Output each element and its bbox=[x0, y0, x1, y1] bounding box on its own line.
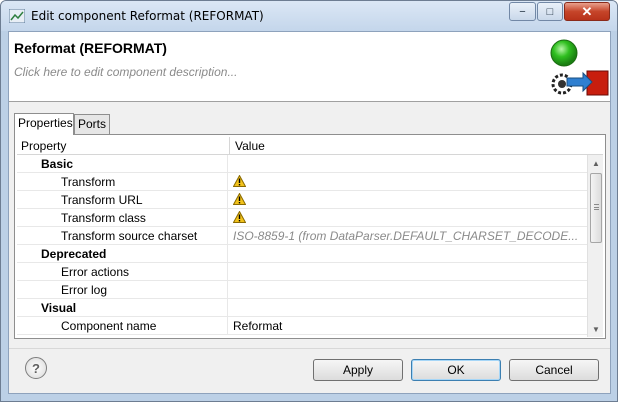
property-row[interactable]: Error log bbox=[17, 281, 589, 299]
cell-divider bbox=[227, 299, 228, 317]
cell-divider bbox=[227, 191, 228, 209]
cell-divider bbox=[227, 155, 228, 173]
property-value[interactable]: ISO-8859-1 (from DataParser.DEFAULT_CHAR… bbox=[233, 229, 585, 243]
status-green-light bbox=[550, 39, 578, 67]
component-title: Reformat (REFORMAT) bbox=[14, 40, 167, 56]
grid-header: Property Value bbox=[17, 137, 603, 155]
warning-icon bbox=[233, 193, 246, 205]
cell-divider bbox=[227, 227, 228, 245]
help-icon: ? bbox=[32, 360, 40, 376]
category-row[interactable]: Deprecated bbox=[17, 245, 589, 263]
vertical-scrollbar[interactable]: ▲ ▼ bbox=[587, 155, 603, 337]
tab-folder: Properties Ports Property Value Basic Tra… bbox=[14, 113, 606, 339]
cell-divider bbox=[227, 173, 228, 191]
cell-divider bbox=[227, 263, 228, 281]
app-icon bbox=[9, 9, 25, 23]
tab-ports[interactable]: Ports bbox=[74, 114, 110, 134]
scroll-down-icon[interactable]: ▼ bbox=[588, 321, 604, 337]
minimize-button[interactable]: − bbox=[509, 2, 536, 21]
cell-divider bbox=[227, 317, 228, 335]
property-row[interactable]: Error actions bbox=[17, 263, 589, 281]
component-description[interactable]: Click here to edit component description… bbox=[14, 65, 237, 79]
property-name: Error actions bbox=[61, 265, 130, 279]
property-grid: Basic Transform Transform URL Transform cla… bbox=[17, 155, 589, 337]
scroll-up-icon[interactable]: ▲ bbox=[588, 155, 604, 171]
column-header-property[interactable]: Property bbox=[21, 139, 66, 153]
property-value[interactable] bbox=[233, 175, 585, 189]
property-row[interactable]: Component name Reformat bbox=[17, 317, 589, 335]
category-row[interactable]: Basic bbox=[17, 155, 589, 173]
maximize-button[interactable]: □ bbox=[537, 2, 563, 21]
dialog-window: Edit component Reformat (REFORMAT) − □ ✕… bbox=[0, 0, 618, 402]
minimize-icon: − bbox=[519, 5, 526, 18]
dialog-body: Reformat (REFORMAT) Click here to edit c… bbox=[8, 31, 611, 394]
close-icon: ✕ bbox=[581, 3, 593, 19]
warning-icon bbox=[233, 175, 246, 187]
gear-hub bbox=[558, 80, 566, 88]
property-value[interactable]: Reformat bbox=[233, 319, 585, 333]
warning-icon bbox=[233, 211, 246, 223]
property-value[interactable] bbox=[233, 193, 585, 207]
reformat-component-icon bbox=[550, 39, 609, 96]
property-row[interactable]: Transform class bbox=[17, 209, 589, 227]
properties-panel: Property Value Basic Transform Transform U… bbox=[14, 134, 606, 339]
window-title: Edit component Reformat (REFORMAT) bbox=[31, 9, 264, 23]
cell-divider bbox=[227, 245, 228, 263]
column-header-value[interactable]: Value bbox=[235, 139, 265, 153]
tab-properties[interactable]: Properties bbox=[14, 113, 74, 135]
category-row[interactable]: Visual bbox=[17, 299, 589, 317]
property-row[interactable]: Transform bbox=[17, 173, 589, 191]
close-button[interactable]: ✕ bbox=[564, 2, 610, 21]
category-label: Basic bbox=[41, 157, 74, 171]
component-header: Reformat (REFORMAT) Click here to edit c… bbox=[9, 32, 610, 102]
apply-button[interactable]: Apply bbox=[313, 359, 403, 381]
cancel-button[interactable]: Cancel bbox=[509, 359, 599, 381]
help-button[interactable]: ? bbox=[25, 357, 47, 379]
property-row[interactable]: Transform URL bbox=[17, 191, 589, 209]
scroll-thumb[interactable] bbox=[590, 173, 602, 243]
column-divider[interactable] bbox=[229, 137, 230, 155]
maximize-icon: □ bbox=[546, 5, 554, 18]
cell-divider bbox=[227, 209, 228, 227]
title-bar[interactable]: Edit component Reformat (REFORMAT) − □ ✕ bbox=[1, 1, 617, 31]
grip-icon bbox=[594, 204, 599, 210]
property-row[interactable]: Transform source charset ISO-8859-1 (from… bbox=[17, 227, 589, 245]
category-label: Deprecated bbox=[41, 247, 107, 261]
property-value[interactable] bbox=[233, 211, 585, 225]
footer-divider bbox=[9, 348, 610, 349]
cell-divider bbox=[227, 281, 228, 299]
property-name: Error log bbox=[61, 283, 108, 297]
category-label: Visual bbox=[41, 301, 77, 315]
ok-button[interactable]: OK bbox=[411, 359, 501, 381]
